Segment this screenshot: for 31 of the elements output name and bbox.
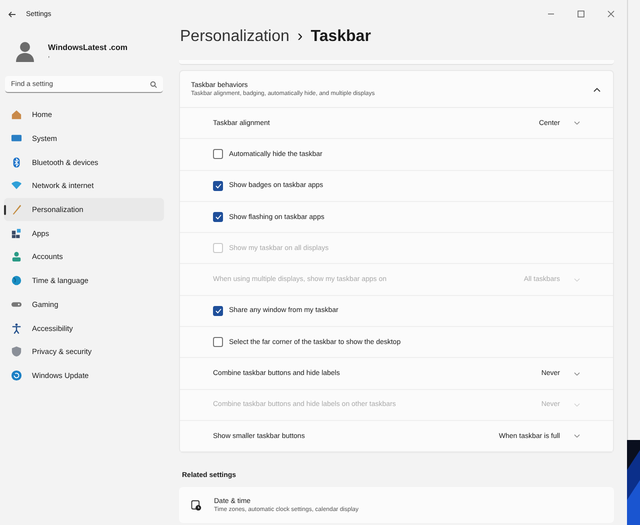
breadcrumb-link[interactable]: Personalization <box>180 28 290 46</box>
checkbox[interactable] <box>213 212 223 222</box>
chevron-icon[interactable] <box>593 86 601 92</box>
network-icon <box>11 180 22 192</box>
clock-icon <box>191 500 202 511</box>
chevron-down-icon <box>574 278 580 282</box>
back-icon[interactable] <box>8 10 16 18</box>
checkbox[interactable] <box>213 149 223 160</box>
chevron-down-icon <box>574 121 580 126</box>
update-icon <box>11 370 22 381</box>
checkbox[interactable] <box>213 337 223 348</box>
account-name: WindowsLatest .com <box>48 43 128 52</box>
page-title: Taskbar <box>310 28 371 46</box>
breadcrumb-separator: › <box>297 28 303 46</box>
checkbox[interactable] <box>213 180 223 191</box>
brush-icon <box>11 204 22 216</box>
checkbox[interactable] <box>213 306 223 316</box>
search-icon[interactable] <box>150 81 157 88</box>
home-icon <box>11 109 22 120</box>
chevron-down-icon <box>574 402 580 407</box>
chevron-down-icon <box>574 372 580 376</box>
globe-icon <box>11 275 22 286</box>
apps-icon <box>11 228 22 239</box>
bluetooth-icon <box>11 156 22 168</box>
system-icon <box>11 133 22 144</box>
shield-icon <box>11 346 22 358</box>
maximize-icon[interactable] <box>577 10 585 18</box>
close-icon[interactable] <box>607 10 615 18</box>
accounts-icon <box>11 251 22 262</box>
accessibility-icon <box>11 322 22 334</box>
chevron-down-icon <box>574 434 580 438</box>
